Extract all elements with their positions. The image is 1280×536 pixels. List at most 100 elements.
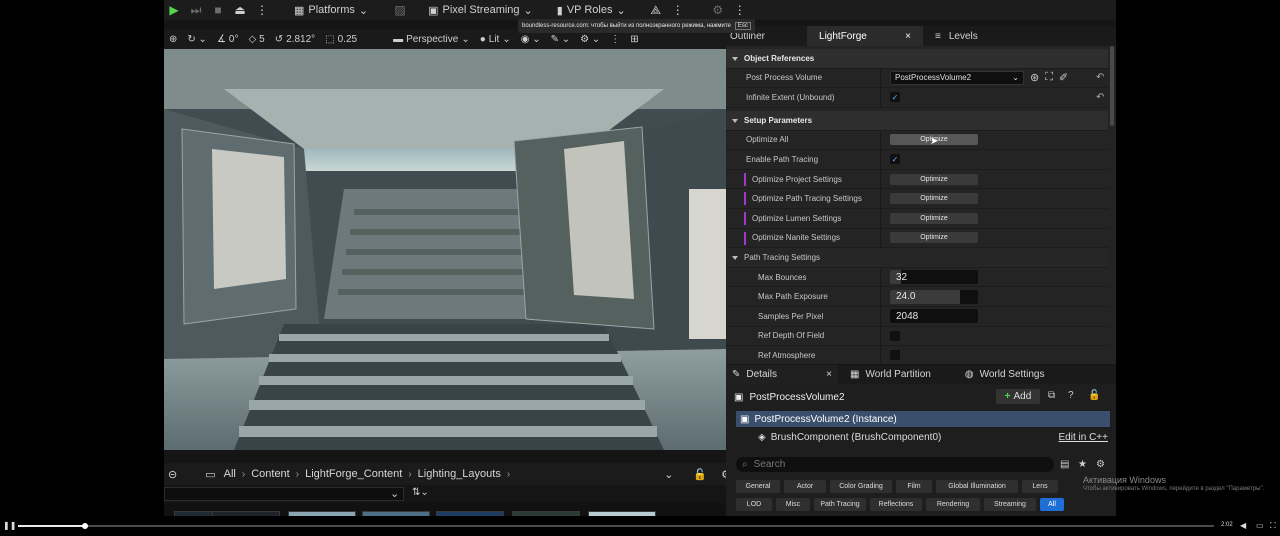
volume-icon[interactable]: ◀ [1240, 521, 1246, 530]
path-dropdown-icon[interactable]: ⌄ [660, 468, 677, 481]
section-setup-parameters[interactable]: Setup Parameters [726, 111, 1108, 131]
edit-in-cpp-link[interactable]: Edit in C++ [1059, 432, 1108, 443]
star-icon[interactable]: ★ [1078, 459, 1087, 470]
settings-icon[interactable]: ⚙ [710, 2, 726, 18]
grid-snap[interactable]: ◇ 5 [243, 34, 269, 45]
filter-global-illumination[interactable]: Global Illumination [936, 480, 1018, 493]
seek-handle[interactable] [81, 523, 88, 529]
brush-icon[interactable]: ✎ ⌄ [546, 34, 576, 45]
stop-icon[interactable]: ■ [210, 2, 226, 18]
filter-reflections[interactable]: Reflections [870, 498, 922, 511]
filter-dropdown[interactable] [164, 487, 404, 501]
help-icon[interactable]: ? [1068, 390, 1074, 401]
platforms-button[interactable]: ▦ Platforms ⌄ [288, 4, 374, 17]
filter-color-grading[interactable]: Color Grading [830, 480, 892, 493]
close-icon[interactable]: × [826, 369, 832, 380]
ref-atmosphere-checkbox[interactable] [890, 350, 900, 361]
select-actor-icon[interactable]: ⛶ [1045, 71, 1053, 84]
breadcrumb-content[interactable]: Content [247, 468, 294, 480]
content-browser-path-bar: ⊝ ▭ All › Content › LightForge_Content ›… [164, 463, 731, 485]
filter-film[interactable]: Film [896, 480, 932, 493]
tab-levels[interactable]: ≡ Levels [923, 26, 990, 46]
browse-icon[interactable]: ⊛ [1030, 71, 1039, 84]
history-icon[interactable]: ⊝ [164, 468, 181, 481]
filter-rendering[interactable]: Rendering [926, 498, 980, 511]
post-process-volume-dropdown[interactable]: PostProcessVolume2 ⌄ [890, 70, 1024, 85]
breadcrumb-all[interactable]: All [220, 468, 240, 480]
settings-icon[interactable]: ⚙ [1096, 459, 1105, 470]
enable-path-tracing-checkbox[interactable]: ✓ [890, 154, 900, 165]
filter-path-tracing[interactable]: Path Tracing [814, 498, 866, 511]
table-view-icon[interactable]: ▤ [1060, 459, 1069, 470]
optimize-lumen-button[interactable]: Optimize [890, 212, 978, 224]
actor-name[interactable]: PostProcessVolume2 [749, 392, 844, 403]
pixel-streaming-button[interactable]: ▣ Pixel Streaming ⌄ [422, 4, 539, 17]
filter-all[interactable]: All [1040, 498, 1064, 511]
optimize-nanite-button[interactable]: Optimize [890, 232, 978, 244]
seek-bar[interactable] [18, 523, 1214, 529]
chevron-down-icon[interactable]: ⌄ [390, 487, 399, 500]
instance-row[interactable]: ▣ PostProcessVolume2 (Instance) [736, 411, 1110, 427]
breadcrumb-lighting-layouts[interactable]: Lighting_Layouts [414, 468, 505, 480]
filter-actor[interactable]: Actor [784, 480, 826, 493]
section-object-references[interactable]: Object References [726, 49, 1108, 69]
lock-icon[interactable]: 🔓 [689, 468, 711, 481]
fullscreen-icon[interactable]: ⛶ [1270, 521, 1276, 531]
section-path-tracing-settings[interactable]: Path Tracing Settings [726, 248, 1108, 268]
folder-icon[interactable]: ▭ [201, 468, 219, 481]
component-row[interactable]: ◈ BrushComponent (BrushComponent0) Edit … [736, 429, 1110, 445]
reset-icon[interactable]: ↶ [1096, 92, 1104, 103]
blueprint-icon[interactable]: ⧉ [1048, 390, 1055, 401]
captions-icon[interactable]: ▭ [1256, 521, 1264, 530]
hatch-icon[interactable]: ▨ [392, 2, 408, 18]
infinite-extent-checkbox[interactable]: ✓ [890, 92, 900, 103]
rotate-icon[interactable]: ↻ ⌄ [182, 34, 212, 45]
sort-icon[interactable]: ⇅⌄ [412, 487, 429, 498]
add-component-button[interactable]: + Add [996, 389, 1040, 404]
scrollbar[interactable] [1110, 46, 1114, 126]
more-options-icon[interactable]: ⋮ [605, 34, 625, 45]
more-options-icon[interactable]: ⋮ [254, 2, 270, 18]
lock-icon[interactable]: 🔓 [1088, 390, 1100, 401]
filter-lod[interactable]: LOD [736, 498, 772, 511]
filter-streaming[interactable]: Streaming [984, 498, 1036, 511]
row-optimize-path-tracing: Optimize Path Tracing Settings Optimize [726, 189, 1108, 209]
scale-snap[interactable]: ⬚ 0.25 [320, 34, 362, 45]
pause-icon[interactable]: ❚❚ [3, 521, 16, 530]
layout-icon[interactable]: ⊞ [625, 34, 643, 45]
viewport-settings-icon[interactable]: ⚙ ⌄ [575, 34, 605, 45]
more-options-icon[interactable]: ⋮ [732, 2, 748, 18]
reset-icon[interactable]: ↶ [1096, 72, 1104, 83]
transform-mode-icon[interactable]: ⊕ [164, 34, 182, 45]
tab-world-settings[interactable]: ◍ World Settings [959, 365, 1051, 384]
ref-depth-of-field-checkbox[interactable] [890, 330, 900, 341]
filter-general[interactable]: General [736, 480, 780, 493]
show-flags-button[interactable]: ◉ ⌄ [516, 34, 546, 45]
close-icon[interactable]: × [905, 31, 911, 42]
eyedropper-icon[interactable]: ✐ [1059, 71, 1068, 84]
optimize-path-tracing-button[interactable]: Optimize [890, 193, 978, 205]
more-options-icon[interactable]: ⋮ [670, 2, 686, 18]
vp-icon: ▮ [556, 4, 563, 17]
rotation-snap[interactable]: ↺ 2.812° [270, 34, 320, 45]
vp-roles-button[interactable]: ▮ VP Roles ⌄ [551, 4, 632, 17]
lit-button[interactable]: ● Lit ⌄ [475, 34, 516, 45]
sequencer-icon[interactable]: ⟁ [648, 2, 664, 18]
tab-world-partition[interactable]: ▦ World Partition [844, 365, 937, 384]
perspective-button[interactable]: ▬ Perspective ⌄ [388, 34, 475, 45]
max-bounces-input[interactable]: 32 [890, 270, 978, 285]
search-input[interactable]: ⌕ Search [736, 457, 1054, 472]
breadcrumb-lightforge-content[interactable]: LightForge_Content [301, 468, 406, 480]
eject-icon[interactable]: ⏏ [232, 2, 248, 18]
level-viewport[interactable] [164, 49, 726, 450]
tab-details[interactable]: ✎ Details × [726, 365, 838, 384]
filter-misc[interactable]: Misc [776, 498, 810, 511]
filter-lens[interactable]: Lens [1022, 480, 1058, 493]
optimize-project-button[interactable]: Optimize [890, 173, 978, 185]
max-path-exposure-input[interactable]: 24.0 [890, 289, 978, 304]
step-icon[interactable]: ⏭ [188, 2, 204, 18]
play-icon[interactable]: ▶ [166, 2, 182, 18]
samples-per-pixel-input[interactable]: 2048 [890, 309, 978, 324]
tab-lightforge[interactable]: LightForge × [807, 26, 924, 46]
angle-snap[interactable]: ∡ 0° [212, 34, 244, 45]
